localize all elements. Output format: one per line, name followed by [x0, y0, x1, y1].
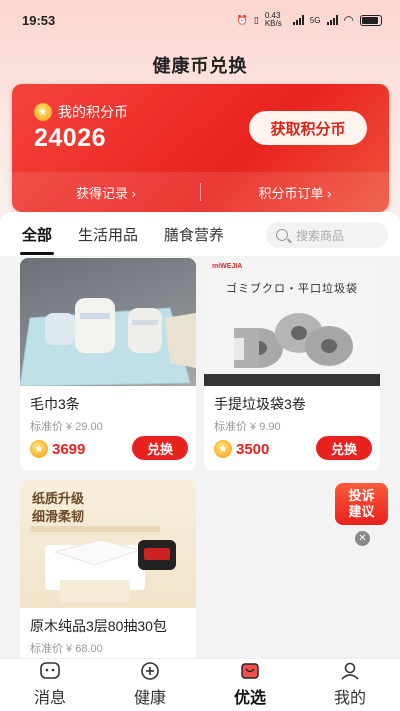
history-link-label: 获得记录: [76, 185, 129, 201]
feedback-line-1: 投诉: [348, 488, 375, 503]
search-input[interactable]: 搜索商品: [266, 222, 388, 248]
search-icon: [276, 229, 288, 241]
redeem-button[interactable]: 兑换: [316, 436, 372, 460]
product-image-caption-2: 细滑柔韧: [32, 509, 85, 524]
product-image-tissue: 纸质升级 细滑柔韧: [20, 480, 196, 608]
feedback-button[interactable]: 投诉 建议: [335, 483, 388, 525]
product-card-garbage-bags[interactable]: miWEJIA ゴミブクロ・平口垃圾袋 手提垃圾袋3卷 标准价 ¥ 9.90 ★…: [204, 258, 380, 470]
signal-icon-2: [326, 15, 338, 25]
battery-icon: [360, 14, 382, 26]
nav-item-profile[interactable]: 我的: [300, 659, 400, 711]
nav-label: 我的: [333, 690, 366, 707]
product-standard-price: 标准价 ¥ 29.00: [30, 421, 103, 433]
network-speed: 0.43 KB/s: [264, 11, 282, 28]
product-points: ★ 3500: [214, 440, 269, 458]
product-image-towel: [20, 258, 196, 386]
network-type: 5G: [309, 15, 321, 25]
product-standard-price: 标准价 ¥ 9.90: [214, 421, 281, 433]
status-time: 19:53: [22, 12, 56, 28]
product-image-caption-1: 纸质升级: [32, 491, 85, 506]
search-placeholder: 搜索商品: [296, 228, 345, 243]
category-tabs: 全部 生活用品 膳食营养 搜索商品: [0, 212, 400, 256]
earn-points-button[interactable]: 获取积分币: [249, 111, 367, 145]
history-link[interactable]: 获得记录 ›: [12, 183, 200, 202]
product-card-tissue[interactable]: 纸质升级 细滑柔韧 原木纯品3层80抽30包 标准价 ¥ 68.00: [20, 480, 196, 658]
product-name: 毛巾3条: [30, 396, 80, 412]
towel-illustration: [20, 298, 196, 386]
vibrate-icon: ▯: [253, 14, 259, 25]
plus-circle-icon: [141, 662, 159, 680]
page-title: 健康币兑换: [152, 56, 248, 76]
tab-all[interactable]: 全部: [19, 224, 55, 255]
product-name: 原木纯品3层80抽30包: [30, 618, 167, 634]
feedback-line-2: 建议: [348, 504, 375, 519]
tab-daily-goods[interactable]: 生活用品: [78, 224, 138, 245]
product-points-value: 3500: [236, 440, 270, 458]
points-label: 我的积分币: [58, 104, 128, 120]
points-balance: 24026: [34, 124, 107, 152]
shopping-bag-icon: [241, 663, 259, 679]
points-links: 获得记录 › 积分币订单 ›: [12, 172, 389, 212]
product-card-towel[interactable]: 毛巾3条 标准价 ¥ 29.00 ★ 3699 兑换: [20, 258, 196, 470]
coin-icon: ★: [34, 103, 52, 121]
product-name: 手提垃圾袋3卷: [214, 396, 306, 412]
product-image-garbage-bags: miWEJIA ゴミブクロ・平口垃圾袋: [204, 258, 380, 386]
nav-label: 消息: [33, 690, 66, 707]
coin-icon: ★: [214, 440, 232, 458]
chevron-right-icon: ›: [327, 185, 332, 201]
alarm-icon: ⏰: [236, 14, 248, 25]
status-icons: ⏰ ▯ 0.43 KB/s 5G ◠: [237, 12, 382, 28]
points-card: ★ 我的积分币 24026 获取积分币 获得记录 › 积分币订单 ›: [12, 84, 389, 212]
nav-item-messages[interactable]: 消息: [0, 659, 100, 711]
garbage-bags-illustration: [204, 313, 380, 386]
orders-link[interactable]: 积分币订单 ›: [201, 183, 389, 202]
nav-label: 优选: [233, 690, 266, 707]
coin-icon: ★: [30, 440, 48, 458]
signal-icon: [292, 15, 304, 25]
product-brand: miWEJIA: [212, 263, 243, 270]
wifi-icon: ◠: [343, 13, 354, 27]
nav-item-health[interactable]: 健康: [100, 659, 200, 711]
orders-link-label: 积分币订单: [258, 185, 324, 201]
points-label-row: ★ 我的积分币: [34, 102, 128, 122]
status-bar: 19:53 ⏰ ▯ 0.43 KB/s 5G ◠: [0, 0, 400, 40]
product-image-caption: ゴミブクロ・平口垃圾袋: [226, 283, 358, 295]
nav-item-selected[interactable]: 优选: [200, 659, 300, 711]
message-icon: [40, 662, 60, 679]
close-icon[interactable]: ✕: [355, 531, 370, 546]
tab-nutrition[interactable]: 膳食营养: [164, 224, 224, 245]
chevron-right-icon: ›: [131, 185, 136, 201]
product-points: ★ 3699: [30, 440, 85, 458]
profile-icon: [341, 662, 359, 680]
redeem-button[interactable]: 兑换: [132, 436, 188, 460]
nav-label: 健康: [133, 690, 166, 707]
product-points-value: 3699: [52, 440, 86, 458]
bottom-nav: 消息 健康 优选 我的: [0, 658, 400, 711]
product-standard-price: 标准价 ¥ 68.00: [30, 643, 103, 655]
